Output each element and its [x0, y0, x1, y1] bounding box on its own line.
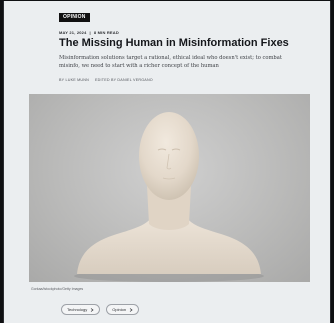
article-title: The Missing Human in Misinformation Fixe… [59, 37, 289, 49]
tag-label: Technology [67, 307, 88, 312]
author-link[interactable]: BY LUKE MUNN [59, 78, 89, 82]
tag-label: Opinion [112, 307, 127, 312]
chevron-right-icon [90, 307, 94, 312]
publish-date: MAY 21, 2024 [59, 30, 87, 35]
dateline: MAY 21, 2024 | 8 MIN READ [59, 30, 119, 35]
article-page: OPINION MAY 21, 2024 | 8 MIN READ The Miss… [3, 1, 331, 323]
chevron-right-icon [129, 307, 133, 312]
image-credit: Gorkaa/Istockphoto/Getty Images [31, 287, 84, 291]
topic-tags: Technology Opinion [61, 304, 140, 315]
article-dek: Misinformation solutions target a ration… [59, 55, 282, 69]
kicker-badge[interactable]: OPINION [59, 13, 90, 22]
mannequin-bust-illustration [74, 112, 264, 282]
tag-opinion[interactable]: Opinion [106, 304, 140, 315]
hero-image [29, 94, 310, 282]
dateline-separator: | [89, 30, 91, 35]
editor-link[interactable]: EDITED BY DANIEL VERGANO [95, 78, 153, 82]
byline: BY LUKE MUNN EDITED BY DANIEL VERGANO [59, 78, 153, 82]
read-time: 8 MIN READ [93, 30, 119, 35]
tag-technology[interactable]: Technology [61, 304, 101, 315]
article: OPINION MAY 21, 2024 | 8 MIN READ The Miss… [4, 1, 330, 323]
